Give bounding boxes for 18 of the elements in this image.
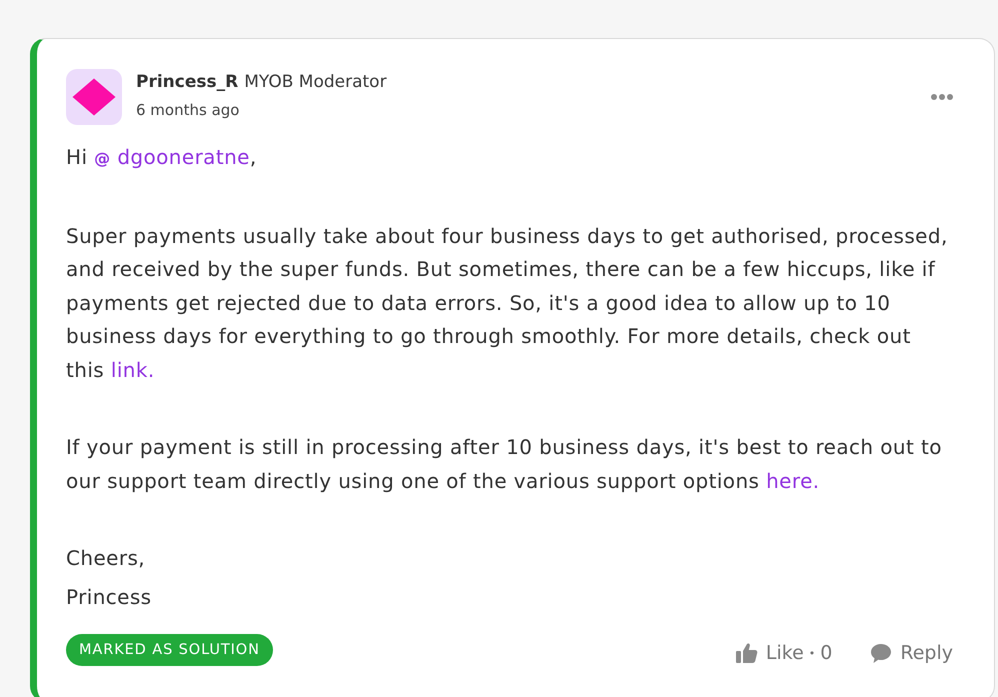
diamond-avatar-icon[interactable] xyxy=(66,69,122,125)
signature-text: Princess xyxy=(66,584,153,610)
post-paragraph: If your payment is still in processing after 10 business days, it's best to reach out to our support team directly using one of the various support options here. xyxy=(66,434,943,494)
text-link[interactable]: link. xyxy=(110,358,155,382)
reply-button[interactable]: Reply xyxy=(870,642,953,664)
post-paragraph: Hi @ dgooneratne, xyxy=(66,144,258,171)
mention-link[interactable]: @ dgooneratne xyxy=(94,145,250,169)
author-name[interactable]: Princess_R xyxy=(136,72,238,92)
solution-badge: MARKED AS SOLUTION xyxy=(66,634,273,666)
thumbs-up-icon xyxy=(736,642,758,664)
like-button[interactable]: Like • 0 xyxy=(736,642,832,664)
closing-text: Cheers, xyxy=(66,545,146,572)
speech-bubble-icon xyxy=(870,642,892,664)
more-options-icon[interactable] xyxy=(931,94,953,100)
post-paragraph: Super payments usually take about four business days to get authorised, processed, and received by the super funds. But sometimes, there can be a few hiccups, like if payments get rejected due to data errors. So, it's a good idea to allow up to 10 business days for everything to go through smoothly. For more details, check out this link. xyxy=(66,222,949,384)
text-link[interactable]: here. xyxy=(766,468,820,492)
author-role: MYOB Moderator xyxy=(244,72,387,92)
post-timestamp: 6 months ago xyxy=(136,100,240,118)
